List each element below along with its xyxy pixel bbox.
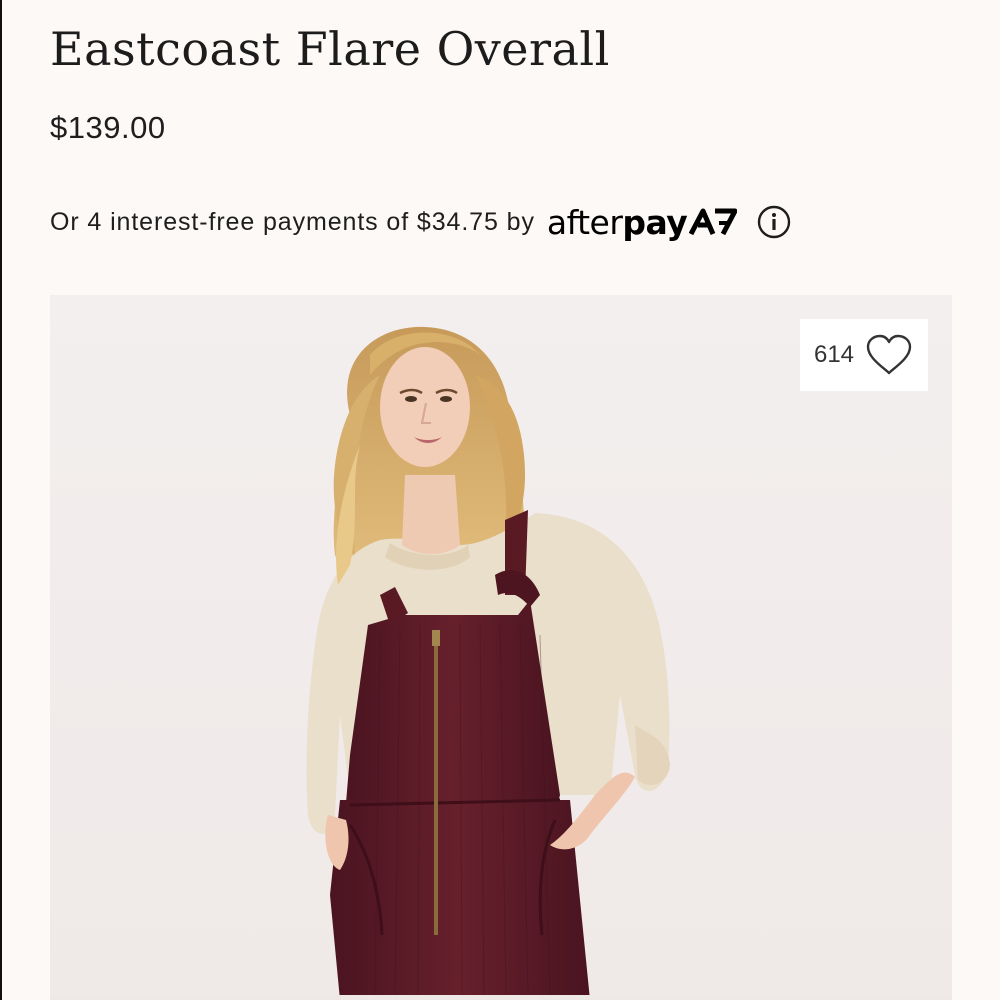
left-border <box>0 0 2 1000</box>
afterpay-installments: Or 4 interest-free payments of $34.75 by… <box>50 200 791 244</box>
product-image[interactable] <box>50 295 952 1000</box>
product-title: Eastcoast Flare Overall <box>50 22 610 76</box>
afterpay-text: Or 4 interest-free payments of $34.75 by <box>50 207 535 236</box>
info-icon[interactable] <box>757 205 791 239</box>
favorite-count: 614 <box>813 341 855 368</box>
afterpay-logo-after: after <box>546 202 623 242</box>
afterpay-arrows-icon <box>689 208 738 236</box>
product-photo <box>50 295 952 1000</box>
afterpay-logo: after pay <box>546 202 738 242</box>
favorite-button[interactable]: 614 <box>800 319 928 391</box>
afterpay-logo-pay: pay <box>622 202 688 242</box>
product-price: $139.00 <box>50 110 166 145</box>
heart-icon <box>866 334 912 375</box>
